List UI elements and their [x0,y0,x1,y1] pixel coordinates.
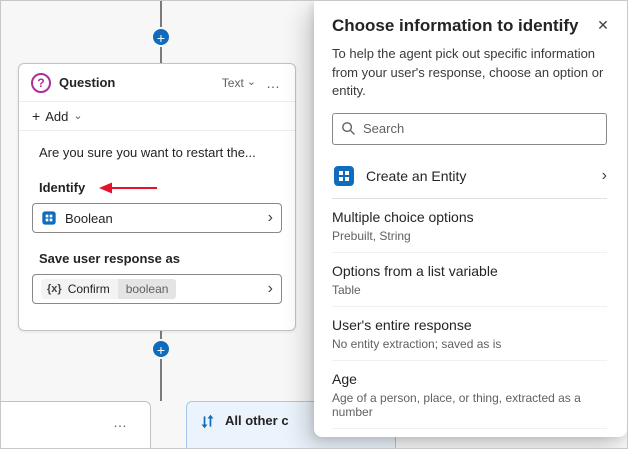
app-screen: + + ? Question Text ⌄ … + Add ⌄ Are you … [0,0,628,449]
question-icon: ? [31,73,51,93]
variable-chip-name: {x} Confirm [41,279,118,299]
list-item-age[interactable]: Age Age of a person, place, or thing, ex… [332,361,607,429]
add-node-button-top[interactable]: + [151,27,171,47]
add-icon: + [32,108,40,124]
question-card-header: ? Question Text ⌄ … [19,64,295,102]
question-card-body: Are you sure you want to restart the... … [19,145,295,304]
chevron-down-icon: ⌄ [73,111,82,122]
search-input[interactable] [363,121,598,136]
condition-branch-icon [199,413,216,430]
save-response-label: Save user response as [39,251,282,266]
variable-name: Confirm [68,282,110,296]
question-type-dropdown[interactable]: Text ⌄ [222,76,256,90]
identify-label: Identify [39,180,85,195]
list-item-multiple-choice[interactable]: Multiple choice options Prebuilt, String [332,199,607,253]
identify-entity-value: Boolean [65,211,113,226]
save-variable-picker[interactable]: {x} Confirm boolean › [32,274,282,304]
entity-option-list: Multiple choice options Prebuilt, String… [332,199,607,437]
add-node-button-bottom[interactable]: + [151,339,171,359]
identify-entity-picker[interactable]: Boolean › [32,203,282,233]
list-item-boolean[interactable]: Boolean [332,429,607,437]
identify-row: Identify [39,180,282,195]
annotation-arrow-icon [97,181,161,195]
list-item-subtitle: Age of a person, place, or thing, extrac… [332,391,607,419]
create-entity-button[interactable]: Create an Entity › [332,155,607,199]
list-item-entire-response[interactable]: User's entire response No entity extract… [332,307,607,361]
variable-icon: {x} [47,283,62,295]
condition-more-button[interactable]: … [113,414,128,430]
list-item-subtitle: No entity extraction; saved as is [332,337,607,351]
add-button-label: Add [45,109,68,124]
list-item-title: Age [332,371,607,387]
list-item-title: Multiple choice options [332,209,607,225]
question-node-card[interactable]: ? Question Text ⌄ … + Add ⌄ Are you sure… [18,63,296,331]
list-item-title: User's entire response [332,317,607,333]
create-entity-icon [332,164,356,188]
condition-node-label: All other c [225,413,289,428]
search-icon [341,121,356,136]
list-item-subtitle: Prebuilt, String [332,229,607,243]
add-content-button[interactable]: + Add ⌄ [19,102,295,131]
question-message-text[interactable]: Are you sure you want to restart the... [39,145,282,160]
entity-icon [41,210,57,226]
question-more-button[interactable]: … [264,75,283,91]
choose-information-panel: Choose information to identify ✕ To help… [314,1,627,437]
create-entity-label: Create an Entity [366,168,466,184]
panel-title: Choose information to identify [332,15,582,36]
close-icon[interactable]: ✕ [591,13,615,37]
condition-node-collapsed[interactable]: … [0,401,151,449]
question-type-value: Text [222,76,244,90]
entity-search-box[interactable] [332,113,607,145]
panel-description: To help the agent pick out specific info… [332,45,607,100]
chevron-right-icon: › [268,281,273,297]
chevron-down-icon: ⌄ [247,77,256,88]
list-item-list-variable[interactable]: Options from a list variable Table [332,253,607,307]
list-item-title: Options from a list variable [332,263,607,279]
chevron-right-icon: › [268,210,273,226]
variable-chip: {x} Confirm boolean [41,279,176,299]
list-item-subtitle: Table [332,283,607,297]
chevron-right-icon: › [602,168,607,184]
variable-type: boolean [118,279,177,299]
question-card-title: Question [59,75,214,90]
